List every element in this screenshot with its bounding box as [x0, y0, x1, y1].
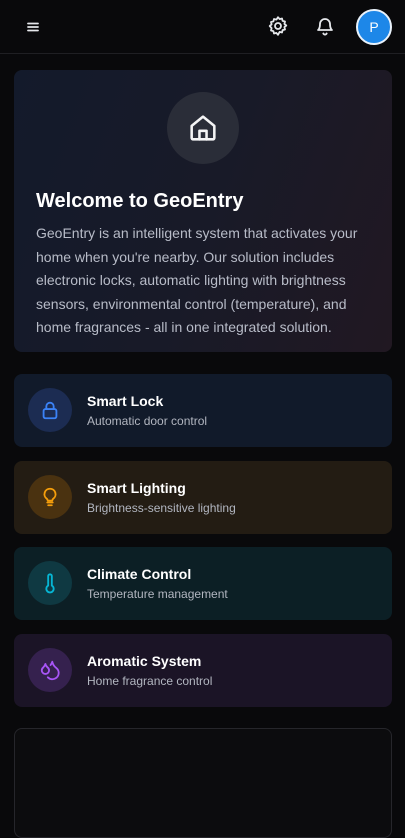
- feature-subtitle: Home fragrance control: [87, 674, 213, 688]
- feature-title: Aromatic System: [87, 653, 202, 669]
- feature-card-climate-control[interactable]: Climate Control Temperature management: [14, 547, 392, 620]
- top-bar: P: [0, 0, 405, 54]
- menu-icon[interactable]: [22, 16, 44, 38]
- lightbulb-icon: [28, 475, 72, 519]
- avatar-initial: P: [369, 19, 379, 35]
- page-title: Welcome to GeoEntry: [36, 190, 244, 212]
- feature-title: Smart Lock: [87, 393, 164, 409]
- feature-subtitle: Automatic door control: [87, 414, 208, 428]
- feature-title: Smart Lighting: [87, 480, 186, 496]
- home-icon: [167, 92, 239, 164]
- feature-card-aromatic-system[interactable]: Aromatic System Home fragrance control: [14, 634, 392, 707]
- feature-subtitle: Temperature management: [87, 587, 228, 601]
- welcome-description: GeoEntry is an intelligent system that a…: [36, 225, 358, 335]
- feature-card-smart-lock[interactable]: Smart Lock Automatic door control: [14, 374, 392, 447]
- bottom-panel: [14, 728, 392, 838]
- feature-card-smart-lighting[interactable]: Smart Lighting Brightness-sensitive ligh…: [14, 461, 392, 534]
- gear-icon[interactable]: [266, 14, 290, 38]
- lock-icon: [28, 388, 72, 432]
- avatar[interactable]: P: [356, 9, 392, 45]
- welcome-card: Welcome to GeoEntry GeoEntry is an intel…: [14, 70, 392, 352]
- droplets-icon: [28, 648, 72, 692]
- feature-title: Climate Control: [87, 566, 192, 582]
- thermometer-icon: [28, 561, 72, 605]
- bell-icon[interactable]: [313, 14, 337, 38]
- feature-subtitle: Brightness-sensitive lighting: [87, 501, 236, 515]
